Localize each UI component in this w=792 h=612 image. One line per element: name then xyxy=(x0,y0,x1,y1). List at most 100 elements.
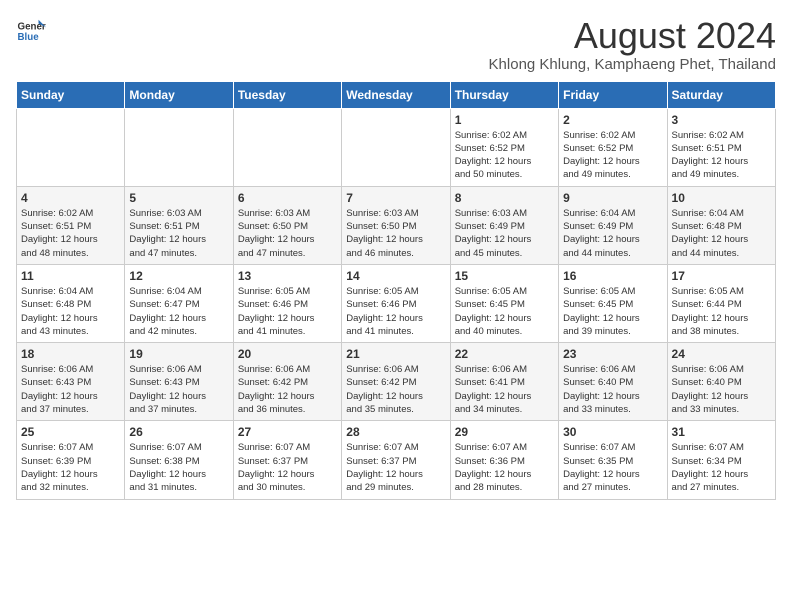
day-info: Sunrise: 6:07 AM Sunset: 6:38 PM Dayligh… xyxy=(129,441,228,494)
calendar-cell: 22 Sunrise: 6:06 AM Sunset: 6:41 PM Dayli… xyxy=(450,343,558,421)
day-info: Sunrise: 6:05 AM Sunset: 6:46 PM Dayligh… xyxy=(346,285,445,338)
calendar-cell: 8 Sunrise: 6:03 AM Sunset: 6:49 PM Daylig… xyxy=(450,186,558,264)
calendar-cell: 30 Sunrise: 6:07 AM Sunset: 6:35 PM Dayli… xyxy=(559,421,667,499)
calendar-cell: 6 Sunrise: 6:03 AM Sunset: 6:50 PM Daylig… xyxy=(233,186,341,264)
calendar-cell: 2Sunrise: 6:02 AM Sunset: 6:52 PM Daylig… xyxy=(559,108,667,186)
day-info: Sunrise: 6:03 AM Sunset: 6:49 PM Dayligh… xyxy=(455,207,554,260)
day-number: 6 xyxy=(238,191,337,205)
header: General Blue August 2024 Khlong Khlung, … xyxy=(16,16,776,73)
day-info: Sunrise: 6:03 AM Sunset: 6:50 PM Dayligh… xyxy=(238,207,337,260)
calendar-cell: 3 Sunrise: 6:02 AM Sunset: 6:51 PM Daylig… xyxy=(667,108,775,186)
day-info: Sunrise: 6:04 AM Sunset: 6:48 PM Dayligh… xyxy=(21,285,120,338)
day-number: 2 xyxy=(563,113,662,127)
day-info: Sunrise: 6:06 AM Sunset: 6:43 PM Dayligh… xyxy=(21,363,120,416)
calendar-cell: 26 Sunrise: 6:07 AM Sunset: 6:38 PM Dayli… xyxy=(125,421,233,499)
calendar-cell: 21 Sunrise: 6:06 AM Sunset: 6:42 PM Dayli… xyxy=(342,343,450,421)
day-number: 3 xyxy=(672,113,771,127)
day-info: Sunrise: 6:04 AM Sunset: 6:47 PM Dayligh… xyxy=(129,285,228,338)
day-number: 15 xyxy=(455,269,554,283)
day-info: Sunrise: 6:03 AM Sunset: 6:51 PM Dayligh… xyxy=(129,207,228,260)
day-info: Sunrise: 6:07 AM Sunset: 6:35 PM Dayligh… xyxy=(563,441,662,494)
day-number: 23 xyxy=(563,347,662,361)
day-number: 26 xyxy=(129,425,228,439)
day-number: 25 xyxy=(21,425,120,439)
calendar-cell: 10 Sunrise: 6:04 AM Sunset: 6:48 PM Dayli… xyxy=(667,186,775,264)
day-number: 19 xyxy=(129,347,228,361)
weekday-header-wednesday: Wednesday xyxy=(342,81,450,108)
day-info: Sunrise: 6:06 AM Sunset: 6:40 PM Dayligh… xyxy=(563,363,662,416)
day-info: Sunrise: 6:07 AM Sunset: 6:37 PM Dayligh… xyxy=(346,441,445,494)
calendar-cell: 20Sunrise: 6:06 AM Sunset: 6:42 PM Dayli… xyxy=(233,343,341,421)
day-info: Sunrise: 6:05 AM Sunset: 6:46 PM Dayligh… xyxy=(238,285,337,338)
calendar-cell: 19 Sunrise: 6:06 AM Sunset: 6:43 PM Dayli… xyxy=(125,343,233,421)
day-info: Sunrise: 6:04 AM Sunset: 6:49 PM Dayligh… xyxy=(563,207,662,260)
day-info: Sunrise: 6:06 AM Sunset: 6:42 PM Dayligh… xyxy=(346,363,445,416)
day-number: 18 xyxy=(21,347,120,361)
calendar-cell: 12 Sunrise: 6:04 AM Sunset: 6:47 PM Dayli… xyxy=(125,264,233,342)
day-number: 10 xyxy=(672,191,771,205)
calendar-cell: 16 Sunrise: 6:05 AM Sunset: 6:45 PM Dayli… xyxy=(559,264,667,342)
day-number: 7 xyxy=(346,191,445,205)
calendar-cell xyxy=(17,108,125,186)
day-info: Sunrise: 6:07 AM Sunset: 6:39 PM Dayligh… xyxy=(21,441,120,494)
week-row-2: 4 Sunrise: 6:02 AM Sunset: 6:51 PM Daylig… xyxy=(17,186,776,264)
day-number: 13 xyxy=(238,269,337,283)
day-number: 4 xyxy=(21,191,120,205)
day-number: 30 xyxy=(563,425,662,439)
calendar-cell: 14Sunrise: 6:05 AM Sunset: 6:46 PM Dayli… xyxy=(342,264,450,342)
calendar: SundayMondayTuesdayWednesdayThursdayFrid… xyxy=(16,81,776,500)
calendar-cell: 23 Sunrise: 6:06 AM Sunset: 6:40 PM Dayli… xyxy=(559,343,667,421)
day-number: 17 xyxy=(672,269,771,283)
day-number: 20 xyxy=(238,347,337,361)
weekday-header-row: SundayMondayTuesdayWednesdayThursdayFrid… xyxy=(17,81,776,108)
calendar-cell: 28 Sunrise: 6:07 AM Sunset: 6:37 PM Dayli… xyxy=(342,421,450,499)
week-row-1: 1 Sunrise: 6:02 AM Sunset: 6:52 PM Daylig… xyxy=(17,108,776,186)
day-info: Sunrise: 6:06 AM Sunset: 6:40 PM Dayligh… xyxy=(672,363,771,416)
day-number: 9 xyxy=(563,191,662,205)
calendar-cell: 9 Sunrise: 6:04 AM Sunset: 6:49 PM Daylig… xyxy=(559,186,667,264)
day-number: 28 xyxy=(346,425,445,439)
day-info: Sunrise: 6:02 AM Sunset: 6:52 PM Dayligh… xyxy=(455,129,554,182)
day-number: 16 xyxy=(563,269,662,283)
day-number: 27 xyxy=(238,425,337,439)
day-number: 12 xyxy=(129,269,228,283)
calendar-cell: 13 Sunrise: 6:05 AM Sunset: 6:46 PM Dayli… xyxy=(233,264,341,342)
day-number: 5 xyxy=(129,191,228,205)
day-info: Sunrise: 6:02 AM Sunset: 6:51 PM Dayligh… xyxy=(672,129,771,182)
main-title: August 2024 xyxy=(489,16,776,56)
calendar-cell: 1 Sunrise: 6:02 AM Sunset: 6:52 PM Daylig… xyxy=(450,108,558,186)
week-row-4: 18 Sunrise: 6:06 AM Sunset: 6:43 PM Dayli… xyxy=(17,343,776,421)
day-info: Sunrise: 6:06 AM Sunset: 6:41 PM Dayligh… xyxy=(455,363,554,416)
calendar-cell: 7 Sunrise: 6:03 AM Sunset: 6:50 PM Daylig… xyxy=(342,186,450,264)
weekday-header-saturday: Saturday xyxy=(667,81,775,108)
calendar-cell: 24Sunrise: 6:06 AM Sunset: 6:40 PM Dayli… xyxy=(667,343,775,421)
week-row-3: 11 Sunrise: 6:04 AM Sunset: 6:48 PM Dayli… xyxy=(17,264,776,342)
subtitle: Khlong Khlung, Kamphaeng Phet, Thailand xyxy=(489,56,776,73)
calendar-cell: 31Sunrise: 6:07 AM Sunset: 6:34 PM Dayli… xyxy=(667,421,775,499)
weekday-header-thursday: Thursday xyxy=(450,81,558,108)
calendar-cell: 25 Sunrise: 6:07 AM Sunset: 6:39 PM Dayli… xyxy=(17,421,125,499)
calendar-cell: 17 Sunrise: 6:05 AM Sunset: 6:44 PM Dayli… xyxy=(667,264,775,342)
day-number: 11 xyxy=(21,269,120,283)
day-info: Sunrise: 6:05 AM Sunset: 6:44 PM Dayligh… xyxy=(672,285,771,338)
day-number: 29 xyxy=(455,425,554,439)
day-info: Sunrise: 6:03 AM Sunset: 6:50 PM Dayligh… xyxy=(346,207,445,260)
day-number: 1 xyxy=(455,113,554,127)
day-info: Sunrise: 6:07 AM Sunset: 6:37 PM Dayligh… xyxy=(238,441,337,494)
day-info: Sunrise: 6:04 AM Sunset: 6:48 PM Dayligh… xyxy=(672,207,771,260)
weekday-header-monday: Monday xyxy=(125,81,233,108)
day-number: 22 xyxy=(455,347,554,361)
week-row-5: 25 Sunrise: 6:07 AM Sunset: 6:39 PM Dayli… xyxy=(17,421,776,499)
calendar-cell: 29Sunrise: 6:07 AM Sunset: 6:36 PM Dayli… xyxy=(450,421,558,499)
calendar-cell: 11 Sunrise: 6:04 AM Sunset: 6:48 PM Dayli… xyxy=(17,264,125,342)
weekday-header-friday: Friday xyxy=(559,81,667,108)
day-info: Sunrise: 6:06 AM Sunset: 6:43 PM Dayligh… xyxy=(129,363,228,416)
day-info: Sunrise: 6:02 AM Sunset: 6:51 PM Dayligh… xyxy=(21,207,120,260)
logo-icon: General Blue xyxy=(16,16,46,46)
calendar-cell xyxy=(342,108,450,186)
day-info: Sunrise: 6:05 AM Sunset: 6:45 PM Dayligh… xyxy=(563,285,662,338)
day-number: 8 xyxy=(455,191,554,205)
calendar-cell: 5 Sunrise: 6:03 AM Sunset: 6:51 PM Daylig… xyxy=(125,186,233,264)
day-info: Sunrise: 6:07 AM Sunset: 6:34 PM Dayligh… xyxy=(672,441,771,494)
day-number: 21 xyxy=(346,347,445,361)
